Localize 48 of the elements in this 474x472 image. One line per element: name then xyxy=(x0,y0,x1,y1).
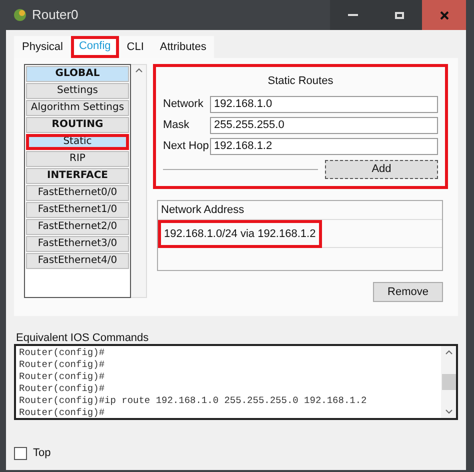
sidebar-item[interactable]: Static xyxy=(26,134,129,150)
maximize-button[interactable] xyxy=(376,0,422,30)
panel-title: Static Routes xyxy=(266,74,334,89)
sidebar-header[interactable]: ROUTING xyxy=(26,117,129,133)
minimize-icon xyxy=(348,14,358,16)
sidebar-header[interactable]: GLOBAL xyxy=(26,66,129,82)
add-button[interactable]: Add xyxy=(325,160,438,178)
text-field[interactable]: 192.168.1.2 xyxy=(210,138,438,154)
field-label: Mask xyxy=(163,118,190,133)
sidebar-item[interactable]: FastEthernet0/0 xyxy=(26,185,129,201)
scroll-up-icon xyxy=(444,350,452,355)
scroll-down-icon xyxy=(444,409,452,414)
console-line: Router(config)#ip route 192.168.1.0 255.255.255.0 192.168.1.2 xyxy=(19,395,368,407)
console-scrollbar[interactable] xyxy=(441,346,456,418)
sidebar-item[interactable]: Algorithm Settings xyxy=(26,100,129,116)
field-label: Next Hop xyxy=(163,138,210,154)
sidebar-item[interactable]: Settings xyxy=(26,83,129,99)
text-field[interactable]: 255.255.255.0 xyxy=(210,116,438,134)
sidebar-item[interactable]: FastEthernet2/0 xyxy=(26,219,129,235)
window-title: Router0 xyxy=(32,6,78,24)
field-label: Network xyxy=(163,96,204,112)
checkbox-label: Top xyxy=(33,446,51,461)
tab[interactable]: Physical xyxy=(14,36,71,58)
maximize-icon xyxy=(394,12,404,18)
scrollbar[interactable] xyxy=(131,64,147,298)
sidebar-item[interactable]: FastEthernet1/0 xyxy=(26,202,129,218)
route-entry[interactable]: 192.168.1.0/24 via 192.168.1.2 xyxy=(158,220,322,248)
tab[interactable]: Attributes xyxy=(152,36,214,58)
console-line: Router(config)# xyxy=(19,407,106,419)
scroll-thumb[interactable] xyxy=(442,374,456,390)
checkbox[interactable] xyxy=(14,446,27,460)
sidebar-header[interactable]: INTERFACE xyxy=(26,168,129,184)
tab[interactable]: CLI xyxy=(118,36,152,58)
console-line: Router(config)# xyxy=(19,347,106,359)
section-label: Equivalent IOS Commands xyxy=(16,332,150,344)
text-field[interactable]: 192.168.1.0 xyxy=(210,96,438,112)
sidebar-item[interactable]: FastEthernet4/0 xyxy=(26,253,129,269)
sidebar-item[interactable]: FastEthernet3/0 xyxy=(26,236,129,252)
close-icon xyxy=(440,10,448,20)
console-line: Router(config)# xyxy=(19,371,106,383)
column-header: Network Address xyxy=(158,201,442,220)
close-button[interactable] xyxy=(422,0,466,30)
scroll-up-icon xyxy=(134,68,142,73)
router-app-icon xyxy=(13,8,27,22)
remove-button[interactable]: Remove xyxy=(373,282,443,302)
console-line: Router(config)# xyxy=(19,359,106,371)
console-line: Router(config)# xyxy=(19,383,106,395)
sidebar-item[interactable]: RIP xyxy=(26,151,129,167)
